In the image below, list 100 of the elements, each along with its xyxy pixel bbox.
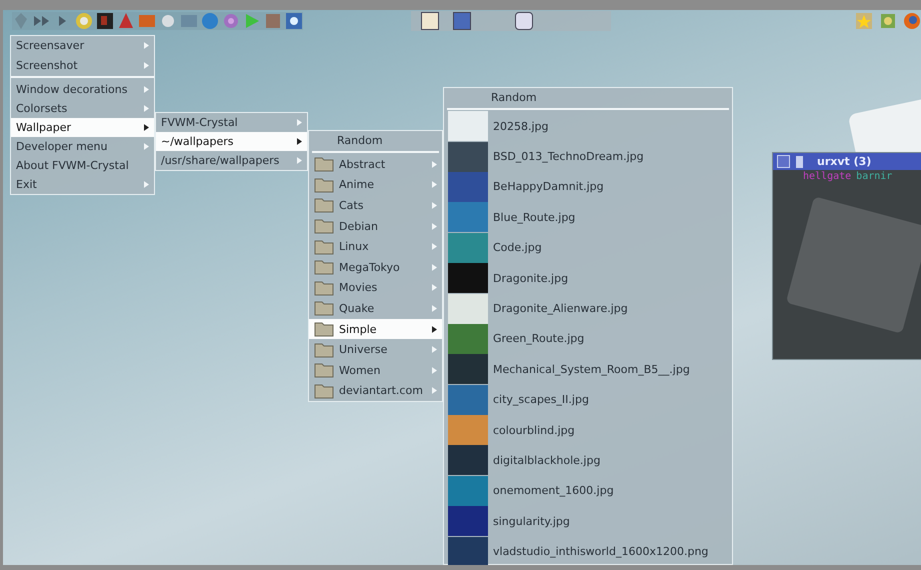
menu-item[interactable]: city_scapes_II.jpg: [444, 384, 732, 415]
menu-item[interactable]: Wallpaper: [11, 118, 154, 137]
image-thumbnail: [448, 263, 488, 294]
menu-item[interactable]: deviantart.com: [309, 380, 442, 402]
folder-icon: [314, 321, 334, 338]
app-icon[interactable]: [285, 12, 303, 30]
menu-item[interactable]: Debian: [309, 216, 442, 236]
image-thumbnail: [448, 506, 488, 536]
menu-item-label: Window decorations: [16, 83, 128, 96]
menu-item[interactable]: FVWM-Crystal: [156, 113, 307, 132]
menu-item[interactable]: colourblind.jpg: [444, 414, 732, 446]
menu-item[interactable]: singularity.jpg: [444, 506, 732, 536]
menu-item[interactable]: Screensaver: [11, 36, 154, 55]
image-thumbnail: [448, 384, 488, 415]
submenu-arrow-icon: [432, 243, 437, 250]
menu-item[interactable]: BeHappyDamnit.jpg: [444, 172, 732, 202]
menu-item[interactable]: Green_Route.jpg: [444, 324, 732, 354]
folder-icon: [314, 362, 334, 378]
menu-item[interactable]: Blue_Route.jpg: [444, 202, 732, 233]
menu-item-label: digitalblackhole.jpg: [493, 454, 600, 467]
menu-item[interactable]: ~/wallpapers: [156, 132, 307, 151]
menu-item[interactable]: Anime: [309, 174, 442, 196]
menu-item-label: Exit: [16, 178, 37, 191]
menu-item[interactable]: Screenshot: [11, 55, 154, 78]
menu-item[interactable]: vladstudio_inthisworld_1600x1200.png: [444, 536, 732, 565]
menu-item[interactable]: Dragonite_Alienware.jpg: [444, 293, 732, 324]
menu-item-label: deviantart.com: [339, 384, 423, 398]
menu-item[interactable]: 20258.jpg: [444, 111, 732, 142]
menu-item-label: /usr/share/wallpapers: [161, 154, 280, 167]
menu-item-label: onemoment_1600.jpg: [493, 484, 614, 498]
window-icon[interactable]: [421, 12, 439, 30]
app-icon[interactable]: [96, 12, 114, 30]
folder-icon: [314, 238, 334, 255]
menu-item-label: FVWM-Crystal: [161, 116, 238, 129]
browser-icon[interactable]: [903, 12, 921, 30]
menu-item[interactable]: About FVWM-Crystal: [11, 156, 154, 175]
menu-item[interactable]: digitalblackhole.jpg: [444, 445, 732, 476]
menu-item-label: colourblind.jpg: [493, 424, 575, 437]
menu-item[interactable]: Cats: [309, 195, 442, 216]
menu-item[interactable]: onemoment_1600.jpg: [444, 476, 732, 506]
menu-item[interactable]: Colorsets: [11, 99, 154, 118]
menu-item[interactable]: Window decorations: [11, 80, 154, 99]
menu-item[interactable]: Quake: [309, 298, 442, 319]
submenu-arrow-icon: [432, 222, 437, 230]
menu-item[interactable]: Dragonite.jpg: [444, 262, 732, 294]
menu-item-label: Abstract: [339, 158, 386, 171]
pager[interactable]: [411, 11, 611, 31]
close-icon[interactable]: [777, 155, 790, 168]
menu-item-label: Screenshot: [16, 59, 78, 72]
menu-item[interactable]: BSD_013_TechnoDream.jpg: [444, 141, 732, 172]
menu-item-label: Screensaver: [16, 39, 84, 52]
folder-icon: [314, 197, 334, 214]
window-icon[interactable]: [515, 12, 533, 30]
submenu-arrow-icon: [432, 304, 437, 312]
menu-item-label: Dragonite_Alienware.jpg: [493, 302, 628, 316]
menu-item[interactable]: Women: [309, 360, 442, 381]
submenu-arrow-icon: [432, 160, 437, 168]
menu-item-label: Wallpaper: [16, 121, 72, 134]
menu-item[interactable]: Universe: [309, 339, 442, 360]
play-icon[interactable]: [243, 12, 261, 30]
image-thumbnail: [448, 232, 488, 263]
folder-icon: [314, 300, 334, 316]
submenu-arrow-icon: [432, 366, 437, 374]
menu-heading[interactable]: Random: [309, 131, 442, 150]
menu-item[interactable]: /usr/share/wallpapers: [156, 151, 307, 170]
submenu-arrow-icon: [297, 157, 302, 164]
image-thumbnail: [448, 172, 488, 202]
submenu-arrow-icon: [144, 124, 149, 131]
menu-item[interactable]: Exit: [11, 175, 154, 194]
prompt-user: hellgate: [803, 171, 852, 182]
menu-item[interactable]: Code.jpg: [444, 232, 732, 263]
menu-item-label: Linux: [339, 240, 369, 254]
menu-item[interactable]: Linux: [309, 236, 442, 257]
menu-item-label: vladstudio_inthisworld_1600x1200.png: [493, 545, 708, 558]
star-icon[interactable]: [855, 12, 873, 30]
window-title: urxvt (3): [817, 155, 872, 168]
folder-icon: [314, 156, 334, 172]
submenu-arrow-icon: [432, 202, 437, 209]
menu-item-label: Universe: [339, 343, 388, 356]
menu-item-label: singularity.jpg: [493, 514, 570, 528]
folder-icon: [314, 342, 334, 358]
submenu-arrow-icon: [144, 181, 149, 188]
menu-item[interactable]: Movies: [309, 278, 442, 298]
menu-item[interactable]: MegaTokyo: [309, 256, 442, 278]
prompt-host: barnir: [856, 171, 892, 182]
menu-heading[interactable]: Random: [444, 88, 732, 107]
menu-item-label: MegaTokyo: [339, 260, 400, 274]
menu-item-label: BeHappyDamnit.jpg: [493, 180, 604, 194]
menu-item[interactable]: Developer menu: [11, 137, 154, 156]
menu-item[interactable]: Mechanical_System_Room_B5__.jpg: [444, 354, 732, 385]
image-thumbnail: [448, 354, 488, 384]
submenu-arrow-icon: [144, 62, 149, 69]
menu-item[interactable]: Simple: [309, 318, 442, 340]
submenu-arrow-icon: [432, 326, 437, 333]
image-thumbnail: [448, 445, 488, 476]
gem-icon[interactable]: [12, 12, 30, 30]
monitor-icon: [796, 156, 803, 168]
menu-item[interactable]: Abstract: [309, 154, 442, 175]
menu-item-label: BSD_013_TechnoDream.jpg: [493, 150, 644, 164]
folder-icon: [314, 382, 334, 399]
